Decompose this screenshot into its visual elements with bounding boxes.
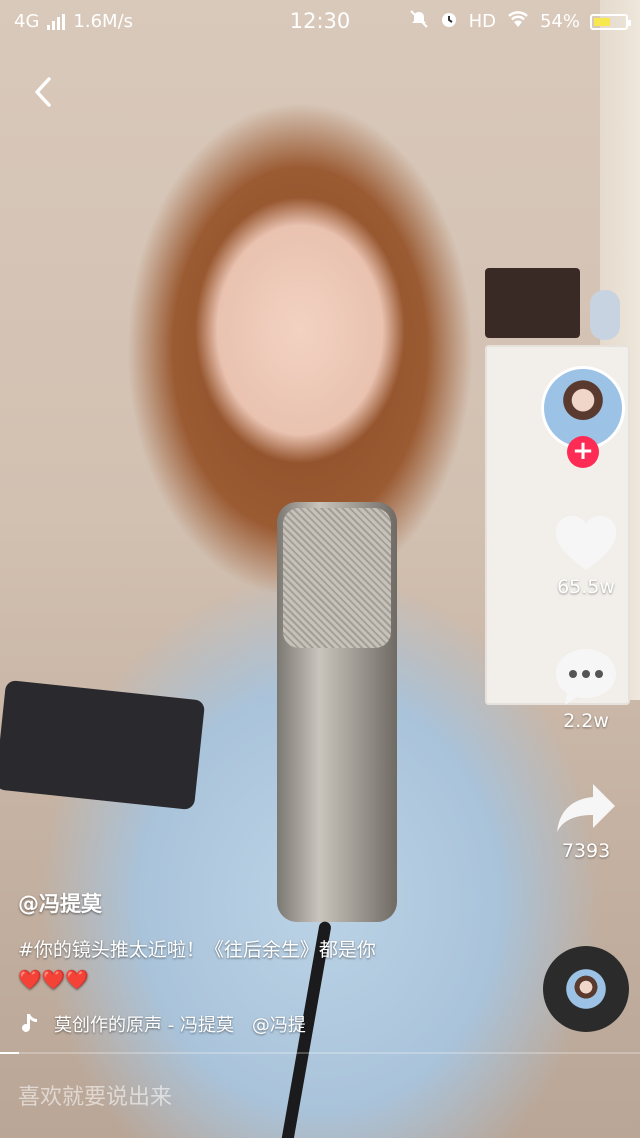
battery-percent: 54% (539, 11, 580, 32)
hd-label: HD (468, 11, 496, 32)
playback-progress-fill (0, 1052, 20, 1054)
video-caption: #你的镜头推太近啦！《往后余生》都是你 ❤️❤️❤️ (18, 935, 438, 995)
playback-progress[interactable] (0, 1052, 640, 1054)
comment-icon (546, 646, 626, 708)
music-disc-cover (567, 970, 605, 1008)
share-arrow-icon (546, 776, 626, 838)
follow-button[interactable]: + (567, 436, 599, 468)
video-mic-arm (0, 679, 206, 811)
music-info[interactable]: 莫创作的原声 - 冯提莫 @冯提 (18, 1008, 538, 1040)
author-name[interactable]: @冯提莫 (18, 888, 102, 918)
like-count: 65.5w (557, 576, 615, 598)
video-figurine (590, 290, 620, 340)
caption-hearts: ❤️❤️❤️ (18, 969, 89, 991)
author-avatar-button[interactable]: + (541, 366, 629, 468)
like-button[interactable]: 65.5w (546, 512, 626, 598)
heart-icon (546, 512, 626, 574)
caption-text: #你的镜头推太近啦！《往后余生》都是你 (18, 939, 376, 961)
music-label: 莫创作的原声 - 冯提莫 @冯提 (54, 1015, 306, 1036)
comment-input[interactable]: 喜欢就要说出来 (18, 1078, 618, 1118)
mute-icon (409, 9, 429, 34)
alarm-icon (439, 9, 459, 34)
battery-level (594, 17, 610, 26)
share-button[interactable]: 7393 (546, 776, 626, 862)
back-button[interactable] (22, 74, 66, 118)
video-mic-grill (283, 508, 391, 648)
comment-button[interactable]: 2.2w (546, 646, 626, 732)
chevron-left-icon (35, 77, 51, 107)
comment-count: 2.2w (563, 710, 609, 732)
video-player[interactable]: 4G 1.6M/s 12:30 HD 54% + 65.5w 2.2w 7393… (0, 0, 640, 1138)
status-bar: 4G 1.6M/s 12:30 HD 54% (0, 0, 640, 42)
music-note-icon (18, 1011, 40, 1037)
wifi-icon (506, 10, 530, 33)
video-decor (485, 268, 580, 338)
share-count: 7393 (561, 840, 611, 862)
battery-icon (590, 13, 631, 30)
music-disc-button[interactable] (543, 946, 629, 1032)
